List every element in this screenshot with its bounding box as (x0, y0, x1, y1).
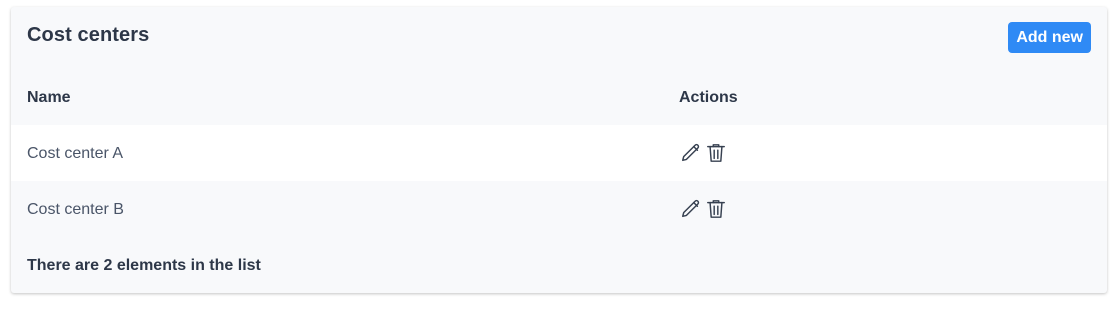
table-row: Cost center B (11, 181, 1107, 237)
row-actions (679, 197, 727, 221)
column-header-actions: Actions (679, 89, 738, 106)
cost-center-name: Cost center B (27, 201, 124, 218)
pencil-icon[interactable] (679, 141, 702, 165)
row-actions (679, 141, 727, 165)
column-header-name: Name (27, 89, 71, 106)
page-title: Cost centers (27, 24, 150, 46)
pencil-icon[interactable] (679, 197, 702, 221)
trash-icon[interactable] (704, 141, 727, 165)
list-summary: There are 2 elements in the list (27, 257, 261, 274)
add-new-button[interactable]: Add new (1008, 22, 1091, 53)
panel-header: Cost centers Add new (11, 7, 1107, 67)
cost-centers-panel: Cost centers Add new Name Actions Cost c… (11, 7, 1107, 293)
table-row: Cost center A (11, 125, 1107, 181)
trash-icon[interactable] (704, 197, 727, 221)
cost-center-name: Cost center A (27, 145, 124, 162)
table-header: Name Actions (11, 69, 1107, 125)
